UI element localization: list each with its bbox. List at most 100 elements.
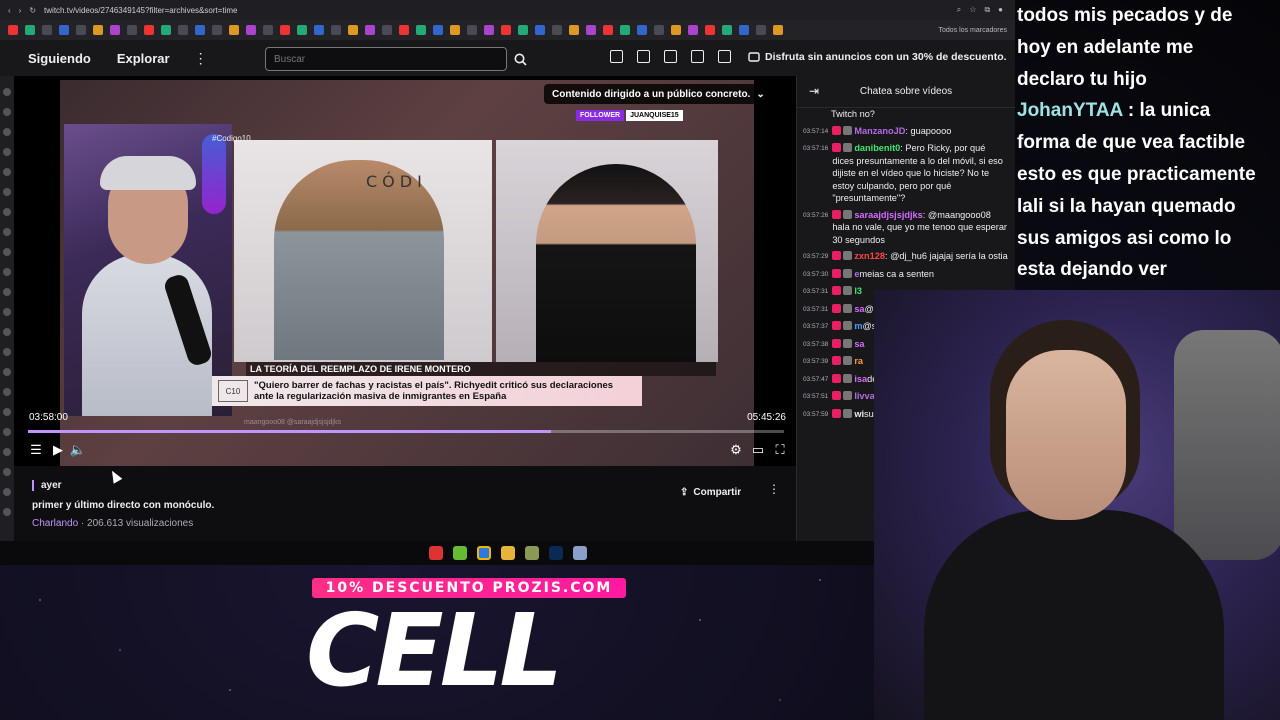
- profile-icon[interactable]: ●: [998, 5, 1003, 15]
- bookmark-icon[interactable]: [331, 25, 341, 35]
- bookmark-icon[interactable]: [8, 25, 18, 35]
- settings-gear-icon[interactable]: ⚙: [728, 442, 744, 458]
- bookmark-icon[interactable]: [518, 25, 528, 35]
- bookmark-icon[interactable]: [348, 25, 358, 35]
- channel-avatar[interactable]: [3, 228, 11, 236]
- channel-avatar[interactable]: [3, 348, 11, 356]
- bookmark-icon[interactable]: [263, 25, 273, 35]
- chat-username[interactable]: isa: [854, 374, 867, 384]
- theatre-mode-icon[interactable]: ▭: [750, 442, 766, 458]
- bookmark-icon[interactable]: [722, 25, 732, 35]
- bookmark-icon[interactable]: [535, 25, 545, 35]
- star-icon[interactable]: ☆: [969, 5, 976, 15]
- chat-username[interactable]: saraajdjsjsjdjks: [854, 210, 922, 220]
- play-icon[interactable]: ▶: [50, 442, 66, 458]
- bookmark-icon[interactable]: [484, 25, 494, 35]
- bits-icon[interactable]: [718, 50, 731, 63]
- chat-username[interactable]: ra: [854, 356, 863, 366]
- prime-loot-icon[interactable]: [610, 50, 623, 63]
- more-icon[interactable]: ⋮: [194, 50, 208, 67]
- channel-avatar[interactable]: [3, 328, 11, 336]
- channel-avatar[interactable]: [3, 408, 11, 416]
- chat-username[interactable]: sa: [854, 339, 864, 349]
- bookmark-icon[interactable]: [76, 25, 86, 35]
- bookmark-icon[interactable]: [144, 25, 154, 35]
- channel-avatar[interactable]: [3, 188, 11, 196]
- forward-icon[interactable]: ›: [19, 6, 22, 15]
- channel-avatar[interactable]: [3, 508, 11, 516]
- nav-following[interactable]: Siguiendo: [28, 51, 91, 66]
- whispers-icon[interactable]: [691, 50, 704, 63]
- app-icon[interactable]: [572, 546, 587, 560]
- bookmark-icon[interactable]: [586, 25, 596, 35]
- chat-username[interactable]: sa: [854, 304, 864, 314]
- category-link[interactable]: Charlando: [32, 518, 78, 529]
- channel-avatar[interactable]: [3, 88, 11, 96]
- chat-username[interactable]: l3: [854, 286, 862, 296]
- video-player[interactable]: #Codigo10 CÓDI FOLLOWER JUANQUISE15 LA T…: [14, 76, 796, 466]
- bookmark-icon[interactable]: [127, 25, 137, 35]
- chat-username[interactable]: wi: [854, 409, 864, 419]
- bookmark-icon[interactable]: [246, 25, 256, 35]
- bookmark-icon[interactable]: [25, 25, 35, 35]
- bookmark-icon[interactable]: [212, 25, 222, 35]
- channel-avatar[interactable]: [3, 168, 11, 176]
- bookmark-icon[interactable]: [195, 25, 205, 35]
- channel-avatar[interactable]: [3, 128, 11, 136]
- bookmark-icon[interactable]: [654, 25, 664, 35]
- channel-avatar[interactable]: [3, 468, 11, 476]
- all-bookmarks-folder[interactable]: Todos los marcadores: [939, 27, 1015, 34]
- bookmark-icon[interactable]: [416, 25, 426, 35]
- bookmark-icon[interactable]: [280, 25, 290, 35]
- channel-avatar[interactable]: [3, 448, 11, 456]
- address-bar[interactable]: ‹ › ↻ twitch.tv/videos/2746349145?filter…: [0, 0, 1015, 20]
- channel-avatar[interactable]: [3, 428, 11, 436]
- app-icon[interactable]: [428, 546, 443, 560]
- bookmark-icon[interactable]: [671, 25, 681, 35]
- seek-bar[interactable]: [28, 430, 784, 433]
- back-icon[interactable]: ‹: [8, 6, 11, 15]
- app-icon[interactable]: [524, 546, 539, 560]
- bookmark-icon[interactable]: [178, 25, 188, 35]
- folder-icon[interactable]: [500, 546, 515, 560]
- notifications-icon[interactable]: [664, 50, 677, 63]
- channel-avatar[interactable]: [3, 208, 11, 216]
- bookmark-icon[interactable]: [314, 25, 324, 35]
- bookmark-icon[interactable]: [501, 25, 511, 35]
- zoom-icon[interactable]: ⌕: [957, 5, 961, 15]
- collapse-chat-icon[interactable]: ⇥: [809, 84, 819, 98]
- channel-avatar[interactable]: [3, 248, 11, 256]
- channel-avatar[interactable]: [3, 388, 11, 396]
- nav-explore[interactable]: Explorar: [117, 51, 170, 66]
- channel-avatar[interactable]: [3, 368, 11, 376]
- fullscreen-icon[interactable]: ⛶: [772, 442, 788, 458]
- bookmark-icon[interactable]: [110, 25, 120, 35]
- bookmark-icon[interactable]: [569, 25, 579, 35]
- search-icon[interactable]: [509, 47, 531, 71]
- channel-avatar[interactable]: [3, 288, 11, 296]
- bookmark-icon[interactable]: [93, 25, 103, 35]
- channel-avatar[interactable]: [3, 488, 11, 496]
- content-classification-badge[interactable]: Contenido dirigido a un público concreto…: [544, 84, 773, 104]
- volume-icon[interactable]: 🔈: [70, 442, 86, 458]
- channel-avatar[interactable]: [3, 148, 11, 156]
- bookmark-icon[interactable]: [433, 25, 443, 35]
- turbo-promo[interactable]: Disfruta sin anuncios con un 30% de desc…: [748, 51, 1007, 63]
- bookmark-icon[interactable]: [399, 25, 409, 35]
- bookmark-icon[interactable]: [637, 25, 647, 35]
- bookmark-icon[interactable]: [705, 25, 715, 35]
- bookmark-icon[interactable]: [773, 25, 783, 35]
- channel-avatar[interactable]: [3, 308, 11, 316]
- bookmark-icon[interactable]: [603, 25, 613, 35]
- chapters-icon[interactable]: ☰: [28, 442, 44, 458]
- bookmark-icon[interactable]: [297, 25, 307, 35]
- bookmark-icon[interactable]: [229, 25, 239, 35]
- bookmark-icon[interactable]: [739, 25, 749, 35]
- chrome-icon[interactable]: [476, 546, 491, 560]
- reload-icon[interactable]: ↻: [29, 6, 36, 15]
- extensions-icon[interactable]: ⧉: [984, 5, 990, 15]
- url-text[interactable]: twitch.tv/videos/2746349145?filter=archi…: [44, 6, 237, 15]
- chat-username[interactable]: zxn128: [854, 251, 885, 261]
- bookmark-icon[interactable]: [756, 25, 766, 35]
- share-button[interactable]: ⇪ Compartir: [680, 482, 741, 502]
